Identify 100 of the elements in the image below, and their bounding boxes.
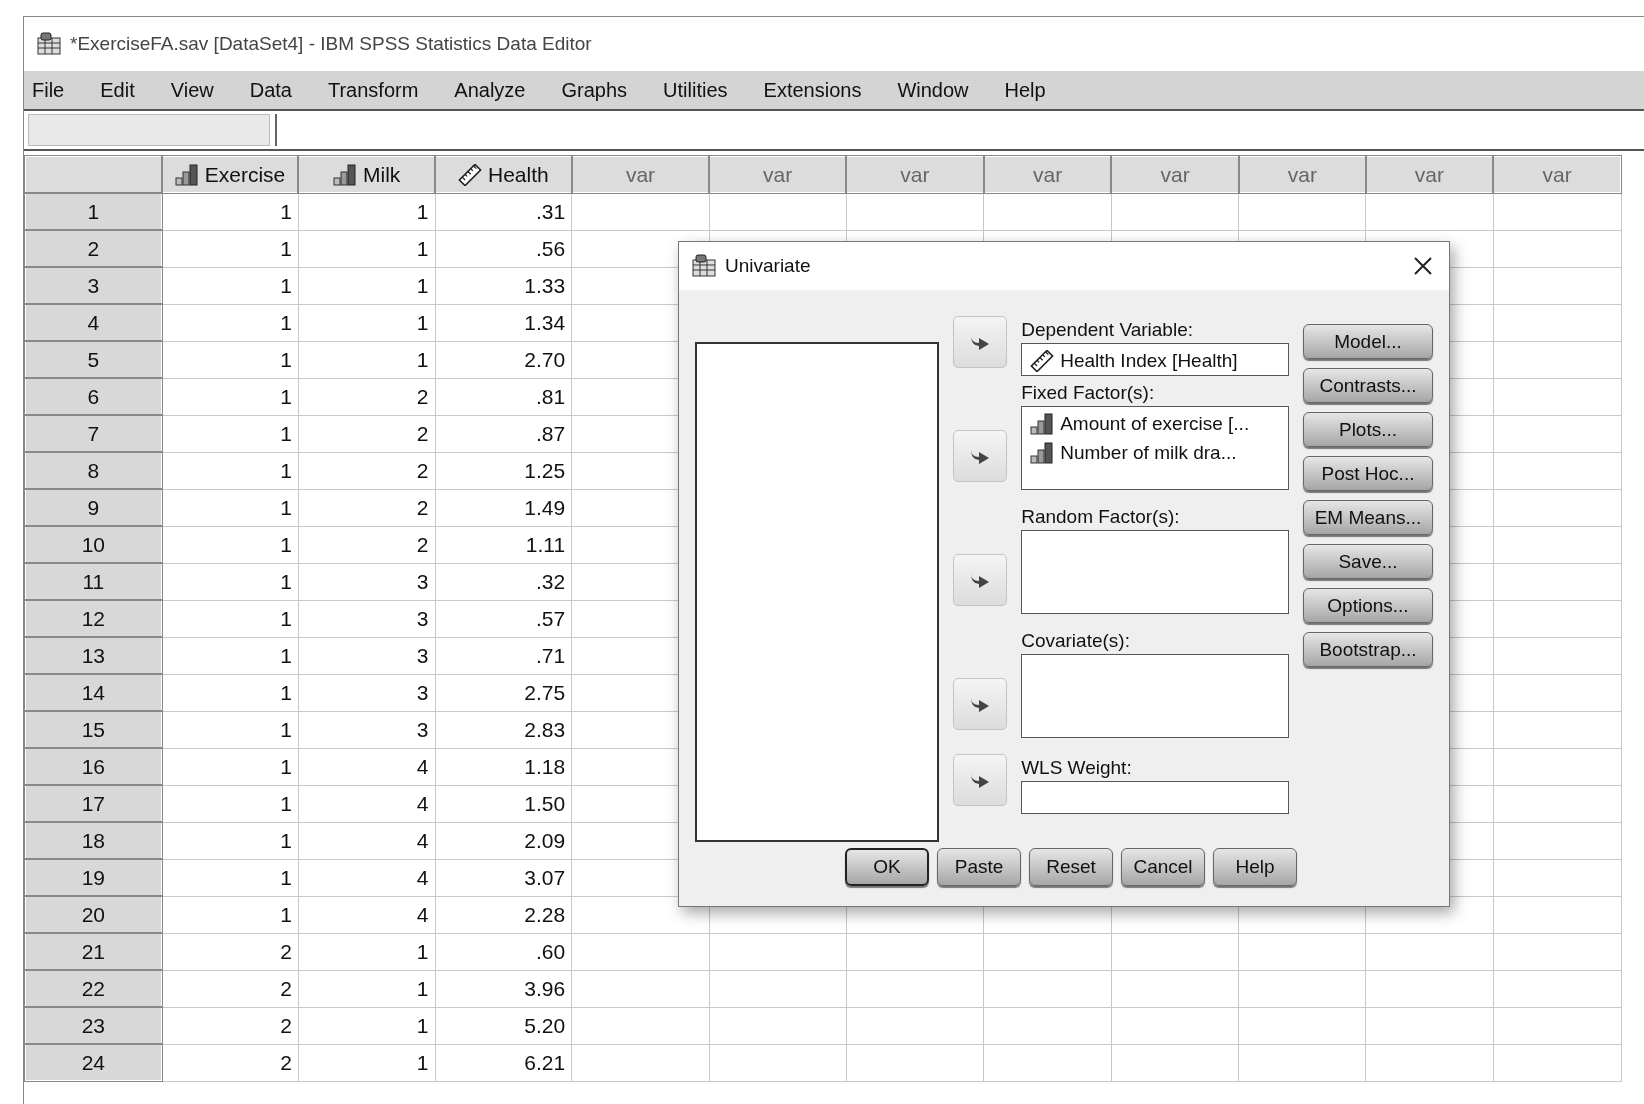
table-cell: 2 (298, 489, 435, 526)
cell-name-field[interactable] (28, 114, 270, 146)
column-header[interactable]: var (1239, 156, 1366, 193)
column-header[interactable]: var (1365, 156, 1494, 193)
dialog-button[interactable]: EM Means... (1303, 500, 1433, 535)
dialog-button[interactable]: Paste (937, 848, 1021, 886)
table-cell: 1 (161, 563, 299, 600)
table-cell: 1 (161, 341, 299, 378)
menu-item[interactable]: Utilities (655, 78, 746, 102)
table-cell: 1 (161, 193, 299, 230)
app-icon (691, 254, 717, 278)
dialog-button[interactable]: Reset (1029, 848, 1113, 886)
column-header[interactable]: Exercise (161, 156, 299, 193)
table-cell: 4 (298, 896, 435, 933)
table-cell: 4 (298, 859, 435, 896)
table-cell: 3 (298, 674, 435, 711)
table-cell: .57 (435, 600, 572, 637)
field-label: Covariate(s): (1021, 630, 1131, 652)
column-header[interactable]: var (1493, 156, 1621, 193)
move-button[interactable] (953, 754, 1008, 806)
table-cell: 2.83 (435, 711, 572, 748)
column-header[interactable]: var (983, 156, 1112, 193)
target-list[interactable] (1021, 781, 1289, 814)
dialog-button[interactable]: Bootstrap... (1303, 632, 1433, 667)
variable-list[interactable] (695, 342, 940, 842)
column-header[interactable]: var (846, 156, 984, 193)
field-label: Fixed Factor(s): (1021, 382, 1156, 404)
table-cell: 1 (161, 267, 299, 304)
nominal-measure-icon (174, 163, 199, 186)
move-button[interactable] (953, 554, 1008, 606)
menu-item[interactable]: Help (996, 78, 1064, 102)
app-icon (36, 32, 62, 56)
menu-item[interactable]: Edit (92, 78, 153, 102)
table-cell: 2 (298, 452, 435, 489)
table-cell: 2 (161, 933, 299, 970)
variable-name[interactable]: Health Index [Health] (1060, 349, 1238, 372)
menu-item[interactable]: Analyze (446, 78, 544, 102)
table-cell: 4 (298, 748, 435, 785)
menu-item[interactable]: Window (889, 78, 987, 102)
table-cell: .81 (435, 378, 572, 415)
dialog-button[interactable]: OK (845, 848, 929, 886)
dialog-button[interactable]: Help (1213, 848, 1297, 886)
table-cell: 2.75 (435, 674, 572, 711)
table-cell: 1.50 (435, 785, 572, 822)
row-number[interactable]: 24 (25, 1044, 162, 1081)
column-header[interactable]: Health (435, 156, 572, 193)
dialog-button[interactable]: Post Hoc... (1303, 456, 1433, 491)
dialog-button[interactable]: Cancel (1121, 848, 1205, 886)
variable-name[interactable]: Number of milk dra... (1060, 441, 1237, 464)
table-cell: 1 (161, 859, 299, 896)
table-cell: 1 (298, 193, 435, 230)
menu-item[interactable]: Transform (319, 78, 437, 102)
dialog-button[interactable]: Plots... (1303, 412, 1433, 447)
table-cell: 1 (298, 933, 435, 970)
table-cell: 1 (161, 378, 299, 415)
table-cell: 1 (161, 822, 299, 859)
table-cell: 2 (298, 526, 435, 563)
table-cell: 1 (161, 748, 299, 785)
menu-item[interactable]: File (24, 78, 83, 102)
dialog-title: Univariate (725, 255, 812, 277)
dialog-button[interactable]: Model... (1303, 324, 1433, 359)
column-header[interactable]: var (709, 156, 847, 193)
table-cell: 1.49 (435, 489, 572, 526)
dialog-button[interactable]: Save... (1303, 544, 1433, 579)
column-header[interactable]: Milk (298, 156, 435, 193)
table-cell: 1 (161, 674, 299, 711)
menu-item[interactable]: View (162, 78, 232, 102)
table-cell: 3 (298, 711, 435, 748)
table-cell: 1 (298, 1044, 435, 1081)
move-button[interactable] (953, 316, 1008, 368)
column-header[interactable]: var (571, 156, 710, 193)
table-cell: 1.33 (435, 267, 572, 304)
table-cell: 1 (298, 304, 435, 341)
menu-item[interactable]: Graphs (553, 78, 646, 102)
table-cell: 1 (161, 711, 299, 748)
field-label: WLS Weight: (1021, 757, 1133, 779)
target-list[interactable]: Amount of exercise [... Number of milk dra... (1021, 406, 1289, 490)
table-cell: 1 (298, 341, 435, 378)
move-button[interactable] (953, 430, 1008, 482)
column-header[interactable]: var (1111, 156, 1239, 193)
table-cell: .60 (435, 933, 572, 970)
table-cell: 1 (298, 970, 435, 1007)
table-cell: 2.09 (435, 822, 572, 859)
table-cell: 3 (298, 563, 435, 600)
target-list[interactable] (1021, 654, 1289, 738)
table-cell: 3 (298, 637, 435, 674)
variable-name[interactable]: Amount of exercise [... (1060, 412, 1250, 435)
menu-item[interactable]: Data (241, 78, 310, 102)
table-cell: 1.25 (435, 452, 572, 489)
dialog-button[interactable]: Contrasts... (1303, 368, 1433, 403)
table-cell: 1 (161, 489, 299, 526)
menu-item[interactable]: Extensions (755, 78, 880, 102)
dialog-button[interactable]: Options... (1303, 588, 1433, 623)
table-cell: 1 (161, 452, 299, 489)
target-list[interactable] (1021, 530, 1289, 614)
table-cell: 1 (161, 637, 299, 674)
table-cell: 1.11 (435, 526, 572, 563)
table-cell: 2 (298, 415, 435, 452)
move-button[interactable] (953, 678, 1008, 730)
target-list[interactable]: Health Index [Health] (1021, 343, 1289, 376)
